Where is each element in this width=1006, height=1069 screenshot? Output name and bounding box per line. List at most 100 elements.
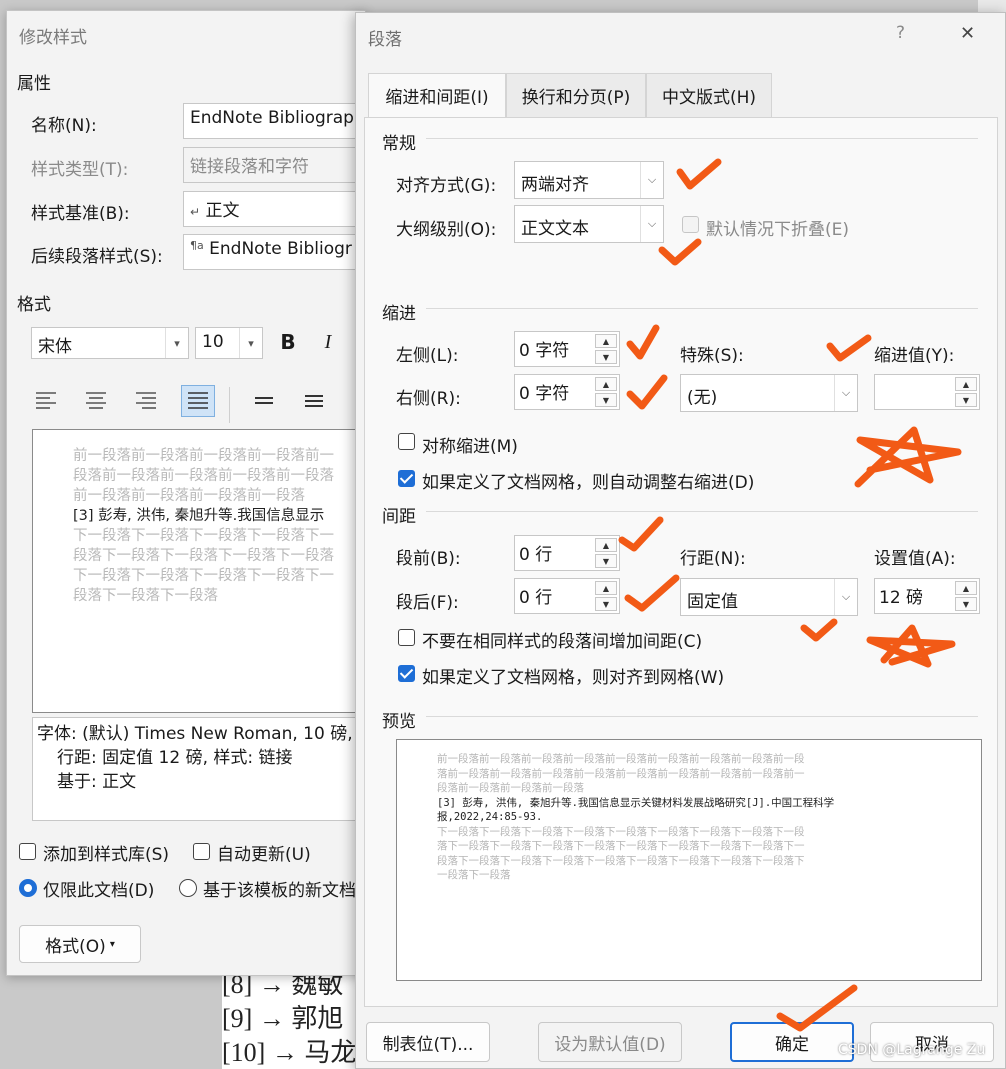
name-input[interactable]: EndNote Bibliograp xyxy=(183,103,373,139)
close-icon[interactable]: ✕ xyxy=(960,23,975,44)
mirror-indents-checkbox[interactable] xyxy=(398,433,415,450)
spin-down-icon[interactable]: ▼ xyxy=(595,350,617,364)
spacing-after-spinner[interactable]: 0 行 ▲ ▼ xyxy=(514,578,620,614)
chevron-down-icon: ⌵ xyxy=(640,162,663,198)
align-right-icon xyxy=(136,392,156,409)
spin-up-icon[interactable]: ▲ xyxy=(955,377,977,391)
ok-button[interactable]: 确定 xyxy=(730,1022,854,1062)
auto-update-checkbox[interactable] xyxy=(193,843,210,860)
description-line: 字体: (默认) Times New Roman, 10 磅, xyxy=(37,724,353,744)
auto-adjust-right-indent-checkbox[interactable] xyxy=(398,470,415,487)
outline-level-select[interactable]: 正文文本 ⌵ xyxy=(514,205,664,243)
spacing-at-spinner[interactable]: 12 磅 ▲ ▼ xyxy=(874,578,980,614)
dialog-title: 段落 xyxy=(368,30,402,50)
tabs-button[interactable]: 制表位(T)... xyxy=(366,1022,490,1062)
font-size-select[interactable]: 10 ▾ xyxy=(195,327,263,359)
outline-level-label: 大纲级别(O): xyxy=(396,220,497,240)
section-divider xyxy=(426,138,978,139)
line-spacing-onehalf-button[interactable] xyxy=(297,385,331,417)
help-icon[interactable]: ? xyxy=(896,23,905,43)
based-on-value: 正文 xyxy=(205,201,240,221)
spacing-before-value: 0 行 xyxy=(519,545,553,565)
align-justify-button[interactable] xyxy=(181,385,215,417)
spin-up-icon[interactable]: ▲ xyxy=(955,581,977,595)
dialog-title: 修改样式 xyxy=(19,28,87,48)
align-justify-icon xyxy=(188,392,208,409)
spacing-before-spinner[interactable]: 0 行 ▲ ▼ xyxy=(514,535,620,571)
paragraph-dialog: 段落 ? ✕ 缩进和间距(I) 换行和分页(P) 中文版式(H) 常规 对齐方式… xyxy=(355,12,1006,1069)
preview-next-line: 一段落下一段落 xyxy=(437,869,511,881)
spin-down-icon[interactable]: ▼ xyxy=(955,597,977,611)
add-to-gallery-label: 添加到样式库(S) xyxy=(43,845,170,865)
align-right-button[interactable] xyxy=(129,385,163,417)
section-divider xyxy=(426,511,978,512)
tab-indent-spacing[interactable]: 缩进和间距(I) xyxy=(368,73,506,117)
onehalf-spacing-icon xyxy=(305,395,323,407)
only-this-document-radio[interactable] xyxy=(19,879,37,897)
style-type-select[interactable]: 链接段落和字符 xyxy=(183,147,373,183)
line-spacing-select[interactable]: 固定值 ⌵ xyxy=(680,578,858,616)
spin-down-icon[interactable]: ▼ xyxy=(595,597,617,611)
description-line: 基于: 正文 xyxy=(57,772,137,792)
line-spacing-single-button[interactable] xyxy=(247,385,281,417)
spin-down-icon[interactable]: ▼ xyxy=(955,393,977,407)
right-indent-spinner[interactable]: 0 字符 ▲ ▼ xyxy=(514,374,620,410)
name-label: 名称(N): xyxy=(31,116,97,136)
section-divider xyxy=(426,308,978,309)
new-docs-template-radio[interactable] xyxy=(179,879,197,897)
special-indent-select[interactable]: (无) ⌵ xyxy=(680,374,858,412)
special-indent-label: 特殊(S): xyxy=(680,346,744,366)
add-to-gallery-checkbox[interactable] xyxy=(19,843,36,860)
preview-next-line: 下一段落下一段落下一段落下一段落下一 xyxy=(73,528,334,544)
format-menu-button[interactable]: 格式(O) ▾ xyxy=(19,925,141,963)
spin-up-icon[interactable]: ▲ xyxy=(595,377,617,391)
special-indent-value: (无) xyxy=(687,388,718,408)
new-docs-template-label: 基于该模板的新文档 xyxy=(203,881,356,901)
section-divider xyxy=(426,716,978,717)
spacing-at-value: 12 磅 xyxy=(879,588,924,608)
following-style-value: EndNote Bibliogr xyxy=(209,239,352,259)
based-on-select[interactable]: ↵ 正文 xyxy=(183,191,373,227)
preview-next-line: 段落下一段落下一段落下一段落下一段落 xyxy=(73,548,334,564)
doc-line: [10] → 马龙 xyxy=(222,1038,357,1067)
snap-to-grid-checkbox[interactable] xyxy=(398,665,415,682)
spin-down-icon[interactable]: ▼ xyxy=(595,393,617,407)
left-indent-spinner[interactable]: 0 字符 ▲ ▼ xyxy=(514,331,620,367)
no-space-same-style-checkbox[interactable] xyxy=(398,629,415,646)
general-heading: 常规 xyxy=(382,134,416,154)
italic-button[interactable]: I xyxy=(313,327,343,357)
chevron-down-icon: ▾ xyxy=(239,328,262,358)
align-left-button[interactable] xyxy=(29,385,63,417)
preview-prev-line: 段落前一段落前一段落前一段落前一段落 xyxy=(73,468,334,484)
collapse-by-default-checkbox[interactable] xyxy=(682,216,699,233)
spin-up-icon[interactable]: ▲ xyxy=(595,581,617,595)
bold-button[interactable]: B xyxy=(273,327,303,357)
spin-up-icon[interactable]: ▲ xyxy=(595,538,617,552)
following-style-select[interactable]: ¶a EndNote Bibliogr xyxy=(183,234,373,270)
spacing-heading: 间距 xyxy=(382,507,416,527)
preview-next-line: 段落下一段落下一段落 xyxy=(73,588,218,604)
spin-up-icon[interactable]: ▲ xyxy=(595,334,617,348)
right-indent-label: 右侧(R): xyxy=(396,389,461,409)
indent-by-spinner[interactable]: ▲ ▼ xyxy=(874,374,980,410)
tab-line-page-breaks[interactable]: 换行和分页(P) xyxy=(506,73,646,117)
preview-next-line: 下一段落下一段落下一段落下一段落下一段落下一段落下一段落下一段落下一段 xyxy=(437,825,805,838)
spacing-before-label: 段前(B): xyxy=(396,549,461,569)
right-indent-value: 0 字符 xyxy=(519,384,570,404)
collapse-by-default-label: 默认情况下折叠(E) xyxy=(706,220,850,240)
preview-prev-line: 落前一段落前一段落前一段落前一段落前一段落前一段落前一段落前一段落前一 xyxy=(437,767,805,780)
style-type-label: 样式类型(T): xyxy=(31,160,129,180)
style-preview: 前一段落前一段落前一段落前一段落前一 段落前一段落前一段落前一段落前一段落 前一… xyxy=(32,429,374,713)
chevron-down-icon: ⌵ xyxy=(640,206,663,242)
set-default-button[interactable]: 设为默认值(D) xyxy=(538,1022,682,1062)
chevron-down-icon: ⌵ xyxy=(834,579,857,615)
doc-line: [9] → 郭旭 xyxy=(222,1004,344,1033)
alignment-value: 两端对齐 xyxy=(521,175,589,195)
spin-down-icon[interactable]: ▼ xyxy=(595,554,617,568)
alignment-select[interactable]: 两端对齐 ⌵ xyxy=(514,161,664,199)
format-heading: 格式 xyxy=(17,295,51,315)
line-spacing-label: 行距(N): xyxy=(680,549,746,569)
font-name-select[interactable]: 宋体 ▾ xyxy=(31,327,189,359)
align-center-button[interactable] xyxy=(79,385,113,417)
tab-asian-typography[interactable]: 中文版式(H) xyxy=(646,73,772,117)
